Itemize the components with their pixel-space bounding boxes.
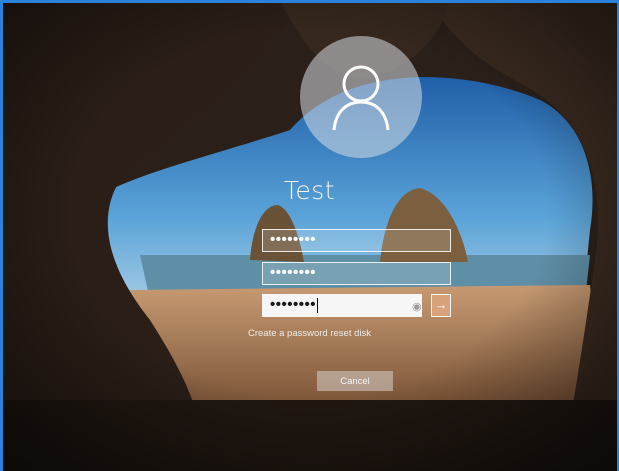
- submit-arrow-button[interactable]: →: [431, 294, 451, 317]
- eye-icon[interactable]: ◉: [412, 300, 422, 313]
- window-border-left: [0, 0, 3, 471]
- text-caret: [317, 297, 319, 313]
- user-name: Test: [283, 176, 336, 205]
- password-hint-value: ••••••••: [270, 296, 317, 313]
- arrow-right-icon: →: [434, 297, 448, 312]
- new-password-field[interactable]: ••••••••: [262, 229, 451, 252]
- create-reset-disk-link[interactable]: Create a password reset disk: [0, 328, 619, 339]
- confirm-password-field[interactable]: ••••••••: [262, 262, 451, 285]
- lock-screen: Test •••••••• •••••••• •••••••• ◉ → Crea…: [0, 0, 619, 471]
- window-border-top: [0, 0, 619, 3]
- user-icon: [332, 65, 390, 131]
- cancel-button[interactable]: Cancel: [317, 371, 393, 391]
- password-hint-field[interactable]: ••••••••: [262, 294, 422, 317]
- user-avatar: [300, 36, 422, 158]
